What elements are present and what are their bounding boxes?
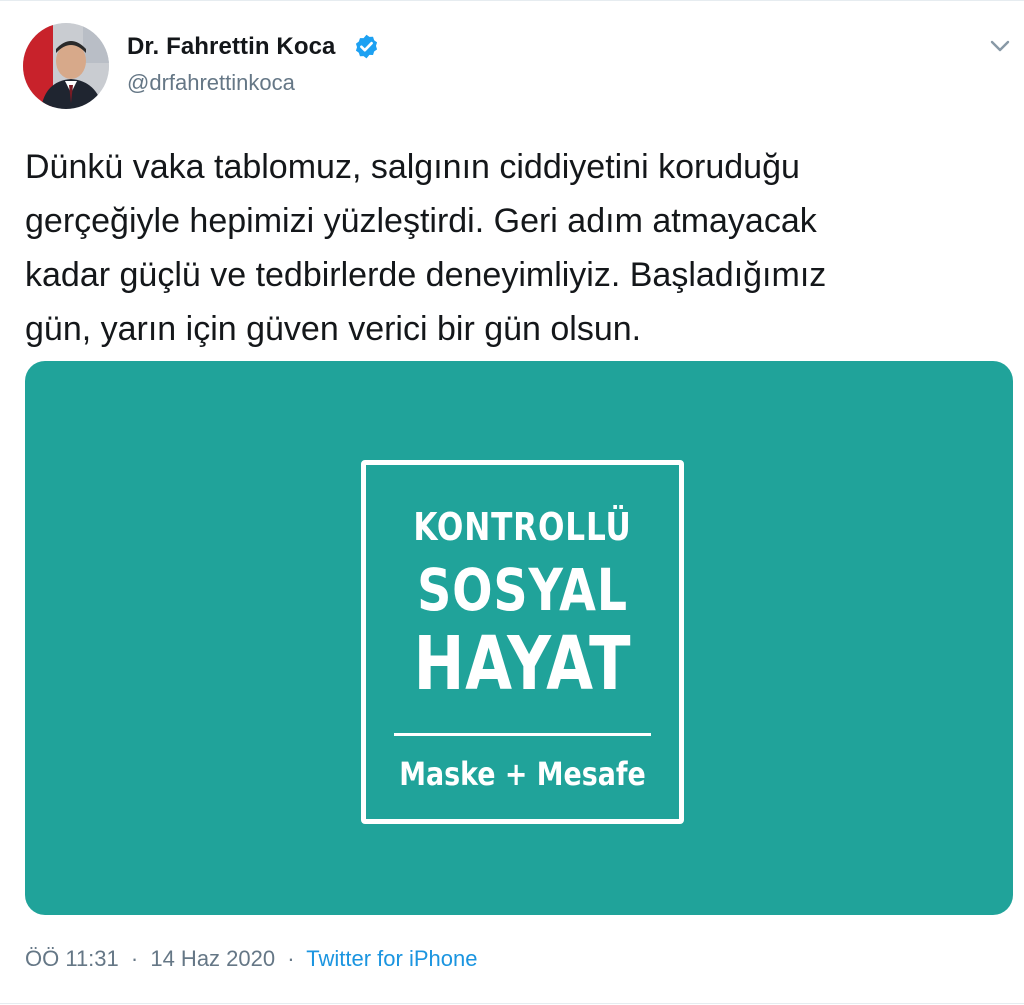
logo-line-hayat: HAYAT: [413, 621, 632, 707]
logo-tagline: Maske + Mesafe: [399, 755, 646, 793]
tweet-text-line: gün, yarın için güven verici bir gün ols…: [25, 310, 642, 348]
tweet-text: Dünkü vaka tablomuz, salgının ciddiyetin…: [25, 140, 1000, 356]
tweet-time[interactable]: ÖÖ 11:31: [25, 946, 119, 971]
logo-line-kontrollu: KONTROLLÜ: [413, 505, 632, 549]
top-divider: [0, 0, 1024, 1]
logo-divider: [394, 733, 651, 736]
author-handle[interactable]: @drfahrettinkoca: [127, 70, 295, 96]
tweet-text-line: kadar güçlü ve tedbirlerde deneyimliyiz.…: [25, 256, 827, 294]
tweet-text-line: Dünkü vaka tablomuz, salgının ciddiyetin…: [25, 148, 800, 186]
tweet-media-image[interactable]: KONTROLLÜ SOSYAL HAYAT Maske + Mesafe: [25, 361, 1013, 915]
avatar-photo: [23, 23, 109, 109]
verified-badge-icon: [355, 34, 378, 59]
meta-separator: ·: [287, 946, 295, 971]
tweet-metadata: ÖÖ 11:31 · 14 Haz 2020 · Twitter for iPh…: [25, 946, 477, 972]
logo-line-sosyal: SOSYAL: [417, 556, 628, 624]
avatar[interactable]: [23, 23, 109, 109]
campaign-logo-frame: KONTROLLÜ SOSYAL HAYAT Maske + Mesafe: [361, 460, 684, 824]
tweet-text-line: gerçeğiyle hepimizi yüzleştirdi. Geri ad…: [25, 202, 817, 240]
bottom-divider: [0, 1003, 1024, 1004]
chevron-down-icon[interactable]: [984, 30, 1016, 62]
meta-separator: ·: [130, 946, 139, 971]
author-display-name[interactable]: Dr. Fahrettin Koca: [127, 33, 336, 61]
tweet-date[interactable]: 14 Haz 2020: [150, 946, 275, 971]
tweet-source-link[interactable]: Twitter for iPhone: [306, 946, 477, 971]
